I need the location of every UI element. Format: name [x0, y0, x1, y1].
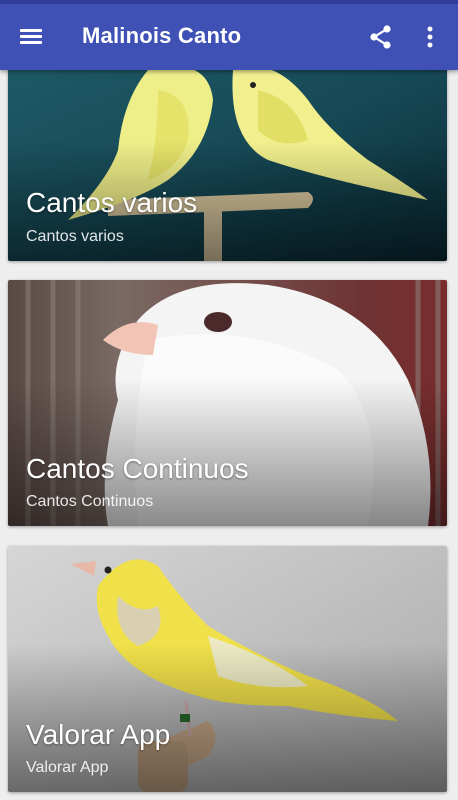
app-title: Malinois Canto	[82, 23, 242, 48]
card-subtitle: Cantos Continuos	[26, 493, 154, 510]
card-valorar-app[interactable]: Valorar App Valorar App	[8, 546, 447, 792]
card-subtitle: Cantos varios	[26, 228, 124, 245]
card-title: Cantos Continuos	[26, 453, 249, 484]
card-title: Valorar App	[26, 719, 171, 750]
card-cantos-continuos[interactable]: Cantos Continuos Cantos Continuos	[8, 280, 447, 526]
card-cantos-varios[interactable]: Cantos varios Cantos varios	[8, 60, 447, 261]
app-bar: Malinois Canto	[0, 4, 458, 70]
card-title: Cantos varios	[26, 187, 198, 218]
card-subtitle: Valorar App	[26, 759, 109, 776]
menu-icon[interactable]	[18, 24, 44, 50]
more-options-icon[interactable]	[420, 24, 440, 50]
share-icon[interactable]	[368, 24, 394, 50]
